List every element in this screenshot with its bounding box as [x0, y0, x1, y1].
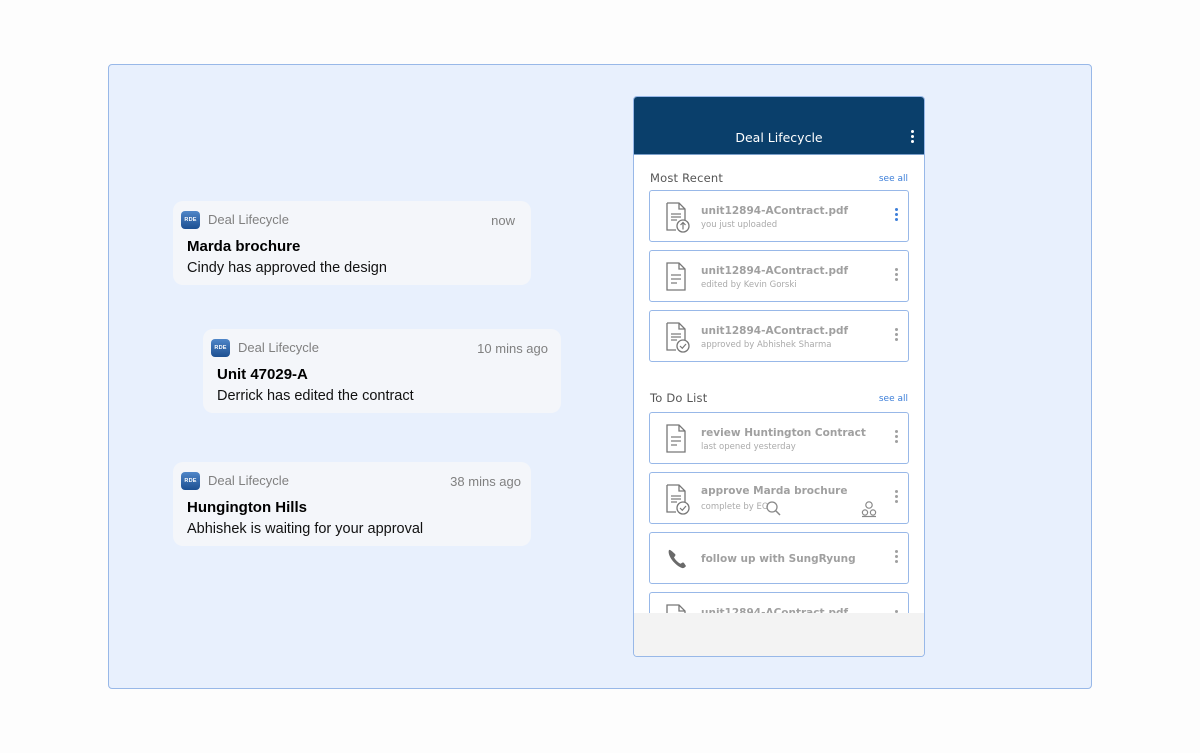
document-approved-icon: [666, 484, 690, 515]
most-recent-see-all-link[interactable]: see all: [879, 174, 908, 184]
users-icon[interactable]: [860, 500, 878, 518]
recent-item-3[interactable]: unit12894-AContract.pdf approved by Abhi…: [649, 310, 909, 362]
notification-unit-47029-a[interactable]: RDE Deal Lifecycle 10 mins ago Unit 4702…: [203, 329, 561, 413]
most-recent-heading: Most Recent: [650, 171, 724, 185]
item-more-icon[interactable]: [895, 490, 899, 506]
document-icon: [666, 262, 686, 291]
todo-item-1[interactable]: review Huntington Contract last opened y…: [649, 412, 909, 464]
search-icon[interactable]: [765, 500, 783, 518]
recent-item-2[interactable]: unit12894-AContract.pdf edited by Kevin …: [649, 250, 909, 302]
phone-icon: [668, 549, 686, 569]
more-options-icon[interactable]: [911, 130, 915, 144]
todo-heading: To Do List: [650, 391, 708, 405]
notification-time: now: [491, 213, 515, 228]
todo-item-2[interactable]: approve Marda brochure complete by EO: [649, 472, 909, 524]
bottom-bar: [634, 613, 924, 656]
item-name: unit12894-AContract.pdf: [701, 205, 849, 217]
document-approved-icon: [666, 322, 690, 353]
notification-time: 10 mins ago: [477, 341, 548, 356]
notification-title: Hungington Hills: [187, 499, 307, 516]
item-more-icon[interactable]: [895, 328, 899, 344]
notification-body: Derrick has edited the contract: [217, 388, 414, 404]
item-subtitle: complete by EO: [701, 502, 769, 512]
app-icon: RDE: [181, 472, 200, 490]
app-icon: RDE: [181, 211, 200, 229]
notification-marda-brochure[interactable]: RDE Deal Lifecycle now Marda brochure Ci…: [173, 201, 531, 285]
item-more-icon[interactable]: [895, 430, 899, 446]
todo-item-3[interactable]: follow up with SungRyung: [649, 532, 909, 584]
item-more-icon[interactable]: [895, 550, 899, 566]
recent-item-1[interactable]: unit12894-AContract.pdf you just uploade…: [649, 190, 909, 242]
item-name: follow up with SungRyung: [701, 553, 856, 565]
item-subtitle: you just uploaded: [701, 220, 778, 230]
item-subtitle: approved by Abhishek Sharma: [701, 340, 832, 350]
notification-app-name: Deal Lifecycle: [238, 340, 319, 355]
notification-body: Cindy has approved the design: [187, 260, 387, 276]
item-more-icon[interactable]: [895, 208, 899, 224]
phone-screen: Deal Lifecycle Most Recent see all unit1…: [633, 96, 925, 657]
document-upload-icon: [666, 202, 690, 233]
notification-time: 38 mins ago: [450, 474, 521, 489]
notification-body: Abhishek is waiting for your approval: [187, 521, 424, 537]
notification-hungington-hills[interactable]: RDE Deal Lifecycle 38 mins ago Hungingto…: [173, 462, 531, 546]
item-name: unit12894-AContract.pdf: [701, 325, 849, 337]
app-header: Deal Lifecycle: [634, 97, 924, 155]
document-icon: [666, 424, 686, 453]
item-name: unit12894-AContract.pdf: [701, 265, 849, 277]
notification-app-name: Deal Lifecycle: [208, 473, 289, 488]
app-title: Deal Lifecycle: [735, 130, 823, 145]
item-name: review Huntington Contract: [701, 427, 866, 439]
todo-see-all-link[interactable]: see all: [879, 394, 908, 404]
app-icon: RDE: [211, 339, 230, 357]
notification-app-name: Deal Lifecycle: [208, 212, 289, 227]
notification-title: Marda brochure: [187, 238, 301, 255]
item-subtitle: edited by Kevin Gorski: [701, 280, 797, 290]
notification-title: Unit 47029-A: [217, 366, 308, 383]
item-subtitle: last opened yesterday: [701, 442, 796, 452]
item-more-icon[interactable]: [895, 268, 899, 284]
item-name: approve Marda brochure: [701, 485, 848, 497]
